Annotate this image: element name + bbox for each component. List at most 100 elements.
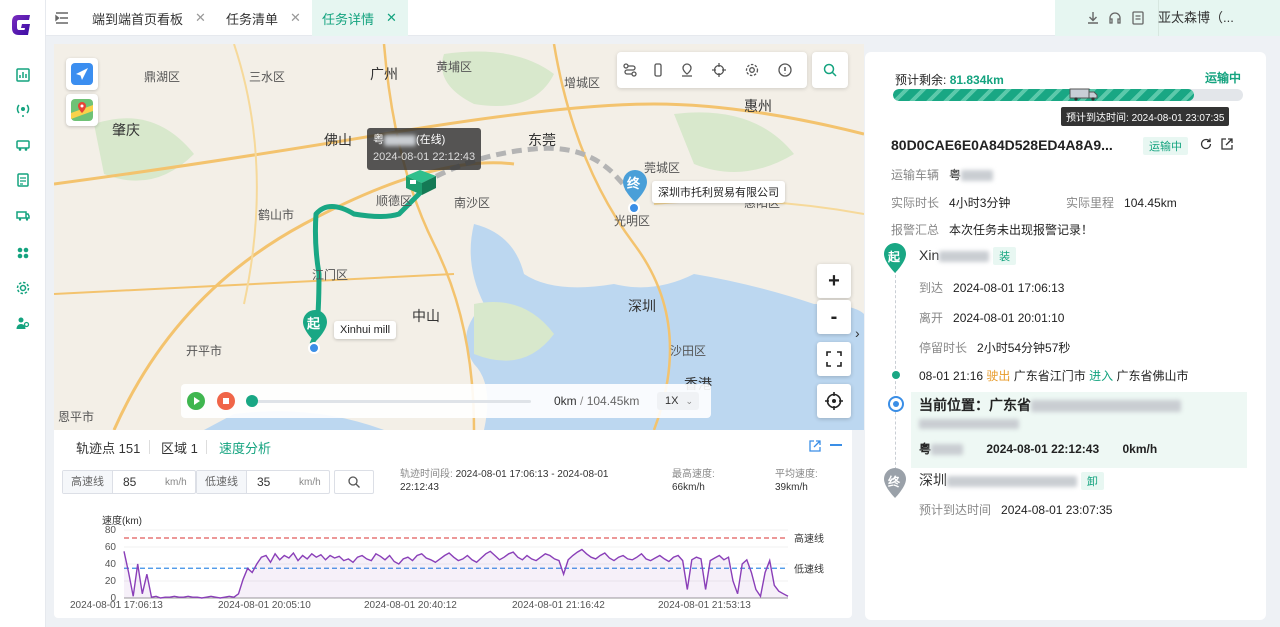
masked-plate (384, 134, 416, 146)
rail-dashboard-icon[interactable] (13, 65, 33, 85)
map-search-button[interactable] (812, 52, 848, 88)
tab-task-detail[interactable]: 任务详情 ✕ (312, 0, 408, 36)
tab-region[interactable]: 区域 1 (161, 438, 198, 457)
rail-broadcast-icon[interactable] (13, 100, 33, 120)
end-eta-key: 预计到达时间 (919, 503, 992, 517)
mileage-key: 实际里程 (1066, 196, 1115, 210)
x-tick-label: 2024-08-01 21:53:13 (658, 600, 751, 610)
current-position: 当前位置：广东省 (919, 395, 1181, 415)
tab-task-list[interactable]: 任务清单 ✕ (216, 0, 301, 36)
route-progress-fill (893, 89, 1194, 101)
truck-status: (在线) (416, 134, 446, 146)
y-tick-label: 80 (105, 525, 117, 536)
start-place-label: Xinhui mill (334, 321, 397, 339)
playback-track[interactable] (251, 400, 531, 403)
amap-source-button[interactable] (66, 58, 98, 90)
apply-search-button[interactable] (334, 470, 374, 494)
location-icon[interactable] (679, 62, 695, 78)
map-label: 东莞 (528, 132, 556, 148)
search-icon (823, 63, 837, 77)
truck-popup: 粤 (在线) 2024-08-01 22:12:43 (367, 128, 482, 170)
settings-icon[interactable] (744, 62, 760, 78)
menu-collapse-icon[interactable] (54, 10, 70, 26)
leave-value: 2024-08-01 20:01:10 (953, 311, 1065, 325)
x-tick-label: 2024-08-01 20:40:12 (364, 600, 457, 610)
zoom-out-button[interactable]: - (817, 300, 851, 334)
target-icon (825, 392, 843, 410)
refresh-icon[interactable] (1199, 137, 1213, 151)
current-detail: 粤 2024-08-01 22:12:43 0km/h (919, 440, 1157, 457)
document-icon[interactable] (1130, 10, 1146, 26)
low-speed-value[interactable]: 35 (247, 475, 299, 489)
track-period-label: 轨迹时间段: (400, 469, 453, 480)
vehicle-key: 运输车辆 (891, 168, 940, 182)
high-speed-value[interactable]: 85 (113, 475, 165, 489)
y-tick-label: 60 (105, 542, 117, 553)
crosshair-icon[interactable] (711, 62, 727, 78)
zoom-in-button[interactable]: + (817, 264, 851, 298)
high-speed-field[interactable]: 高速线 85 km/h (62, 470, 196, 494)
start-location: Xin 装 (919, 247, 1017, 265)
tab-speed-analysis[interactable]: 速度分析 (219, 438, 271, 457)
chevron-down-icon: ⌄ (685, 396, 693, 406)
info-icon[interactable] (777, 62, 793, 78)
map-label: 南沙区 (454, 196, 491, 210)
tab-track-points[interactable]: 轨迹点 151 (76, 438, 140, 457)
tab-label: 任务详情 (322, 11, 375, 27)
map-view[interactable]: 广州 佛山 东莞 惠州 肇庆 中山 深圳 香港 江门区 三水区 鹤山市 开平市 … (54, 44, 864, 430)
fullscreen-icon (826, 351, 842, 367)
map-label: 广州 (370, 66, 398, 82)
speed-analysis-panel: 轨迹点 151 区域 1 速度分析 高速线 85 km/h 低速线 35 km/… (54, 430, 852, 618)
start-point-dot (308, 342, 320, 354)
masked-location (939, 250, 990, 262)
download-icon[interactable] (1085, 10, 1101, 26)
map-label: 恩平市 (58, 410, 95, 424)
arrive-key: 到达 (919, 281, 944, 295)
locate-button[interactable] (817, 384, 851, 418)
end-place-label: 深圳市托利贸易有限公司 (652, 181, 785, 203)
close-icon[interactable]: ✕ (195, 10, 206, 26)
rail-truck-settings-icon[interactable] (13, 205, 33, 225)
play-icon[interactable] (187, 392, 205, 410)
map-pin-icon (71, 99, 93, 121)
truck-time: 2024-08-01 22:12:43 (373, 151, 476, 163)
open-external-icon[interactable] (808, 439, 822, 453)
divider (206, 440, 207, 454)
open-external-icon[interactable] (1220, 137, 1234, 151)
remaining-label: 预计剩余: (895, 73, 947, 87)
duration-row: 实际时长 4小时3分钟 (891, 194, 1010, 211)
x-tick-label: 2024-08-01 17:06:13 (70, 600, 163, 610)
google-map-source-button[interactable] (66, 94, 98, 126)
rail-users-icon[interactable] (13, 313, 33, 333)
route-icon[interactable] (622, 62, 638, 78)
close-icon[interactable]: ✕ (290, 10, 301, 26)
start-marker-text: 起 (888, 250, 901, 264)
close-icon[interactable]: ✕ (386, 10, 397, 26)
headset-icon[interactable] (1107, 10, 1123, 26)
rail-apps-icon[interactable] (13, 243, 33, 263)
phone-icon[interactable] (650, 62, 666, 78)
playback-speed-select[interactable]: 1X ⌄ (657, 392, 699, 410)
minimize-icon[interactable] (830, 444, 842, 446)
truck-icon[interactable] (404, 168, 438, 196)
stop-icon[interactable] (217, 392, 235, 410)
tab-dashboard[interactable]: 端到端首页看板 ✕ (82, 0, 206, 36)
x-tick-label: 2024-08-01 21:16:42 (512, 600, 605, 610)
rail-task-list-icon[interactable] (13, 170, 33, 190)
rail-vehicle-icon[interactable] (13, 135, 33, 155)
low-speed-field[interactable]: 低速线 35 km/h (196, 470, 330, 494)
end-marker-text: 终 (627, 176, 641, 191)
mileage-row: 实际里程 104.45km (1066, 194, 1177, 211)
tab-count: 151 (118, 441, 141, 456)
top-right-area: 亚太森博（... (1055, 0, 1280, 36)
mileage-value: 104.45km (1124, 196, 1177, 210)
masked-location (947, 475, 1077, 487)
playback-thumb[interactable] (246, 395, 258, 407)
stay-row: 停留时长 2小时54分钟57秒 (919, 339, 1070, 356)
rail-gear-icon[interactable] (13, 278, 33, 298)
app-logo[interactable] (8, 10, 38, 40)
event-action-in: 进入 (1089, 369, 1114, 383)
max-speed-value: 66km/h (672, 482, 705, 493)
fullscreen-button[interactable] (817, 342, 851, 376)
user-name[interactable]: 亚太森博（... (1158, 0, 1268, 36)
